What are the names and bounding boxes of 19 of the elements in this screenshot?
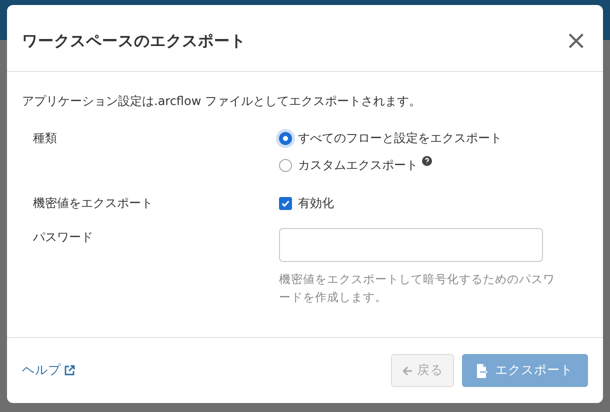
help-icon[interactable] — [422, 156, 432, 166]
field-label: 機密値をエクスポート — [32, 195, 154, 212]
password-field[interactable] — [279, 228, 543, 262]
radio-button[interactable] — [279, 132, 292, 144]
radio-label: カスタムエクスポート — [298, 157, 418, 174]
file-export-icon — [477, 364, 490, 378]
radio-label: すべてのフローと設定をエクスポート — [298, 130, 502, 147]
arrow-left-icon — [402, 366, 413, 376]
close-button[interactable]: × — [561, 28, 591, 54]
help-text: 機密値をエクスポートして暗号化するためのパスワードを作成します。 — [279, 271, 556, 306]
external-link-icon — [64, 365, 75, 376]
help-link[interactable]: ヘルプ — [22, 361, 75, 380]
radio-button[interactable] — [279, 158, 292, 172]
field-label: パスワード — [32, 229, 94, 246]
checkbox[interactable] — [279, 196, 292, 210]
checkbox-label: 有効化 — [298, 195, 334, 212]
field-label: 種類 — [32, 130, 58, 147]
dialog-title: ワークスペースのエクスポート — [22, 32, 246, 50]
description-text: アプリケーション設定は.arcflow ファイルとしてエクスポートされます。 — [22, 93, 422, 110]
